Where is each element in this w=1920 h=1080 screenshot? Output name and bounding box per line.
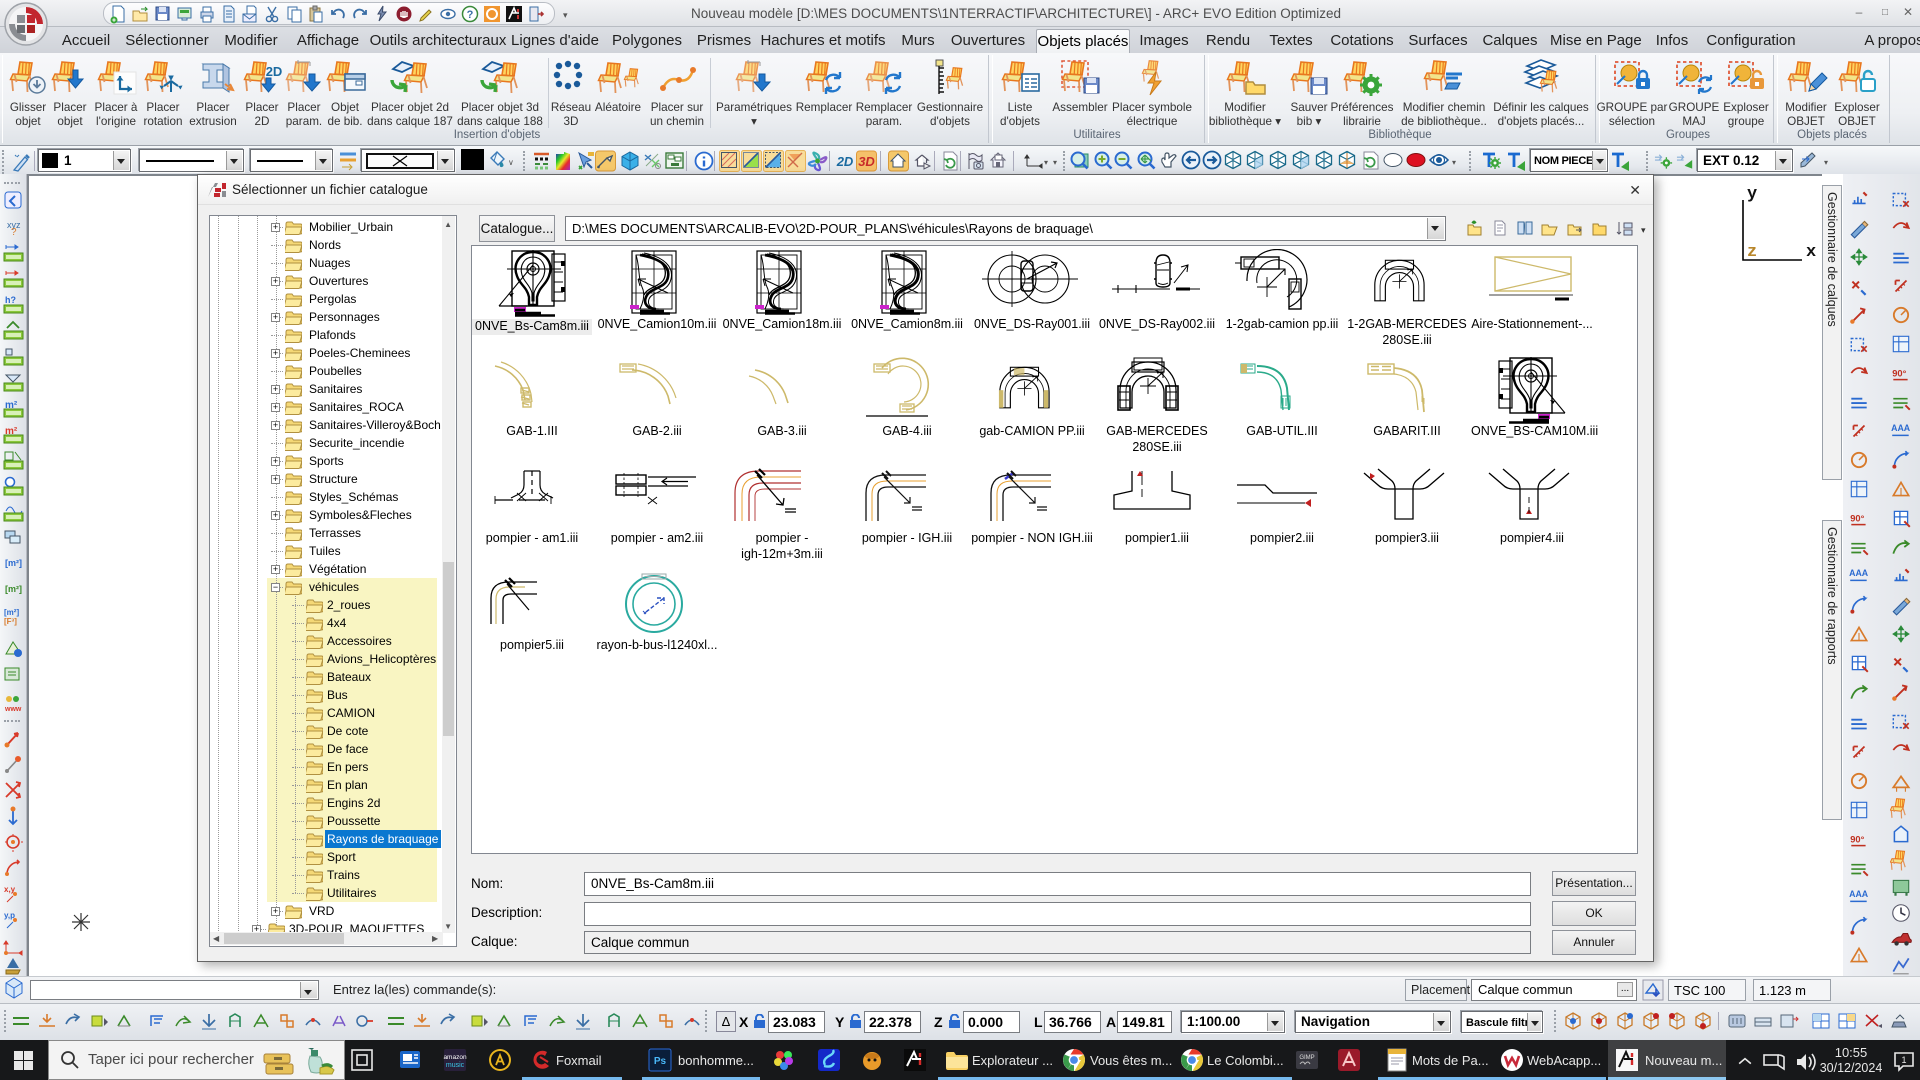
svg-text:90°: 90° xyxy=(1850,834,1864,844)
svg-text:[m²]: [m²] xyxy=(5,558,22,568)
svg-text:?: ? xyxy=(467,9,474,21)
svg-text:z: z xyxy=(1747,243,1757,262)
svg-text:Ps: Ps xyxy=(654,1056,667,1067)
svg-text:3D: 3D xyxy=(858,154,875,169)
svg-text:[m²]: [m²] xyxy=(5,584,22,594)
svg-text:90°: 90° xyxy=(1850,513,1864,523)
svg-text:AAA: AAA xyxy=(1849,889,1869,899)
svg-text:y,p: y,p xyxy=(4,911,15,920)
svg-text:[m²]: [m²] xyxy=(4,608,19,617)
svg-text:?: ? xyxy=(11,227,17,237)
svg-text:90°: 90° xyxy=(1892,368,1906,378)
svg-text:www: www xyxy=(4,706,22,713)
svg-text:AAA: AAA xyxy=(1891,423,1911,433)
svg-text:2D: 2D xyxy=(836,154,854,169)
svg-text:y: y xyxy=(1747,185,1757,204)
svg-text:music: music xyxy=(446,1062,465,1069)
svg-text:[F³]: [F³] xyxy=(4,617,17,626)
svg-text:x: x xyxy=(1806,243,1816,262)
svg-text:AAA: AAA xyxy=(1849,568,1869,578)
svg-text:amazon: amazon xyxy=(443,1054,467,1061)
svg-text:GIMP: GIMP xyxy=(1299,1055,1314,1061)
svg-text:1: 1 xyxy=(1901,1055,1906,1065)
svg-text:h?: h? xyxy=(5,295,16,305)
